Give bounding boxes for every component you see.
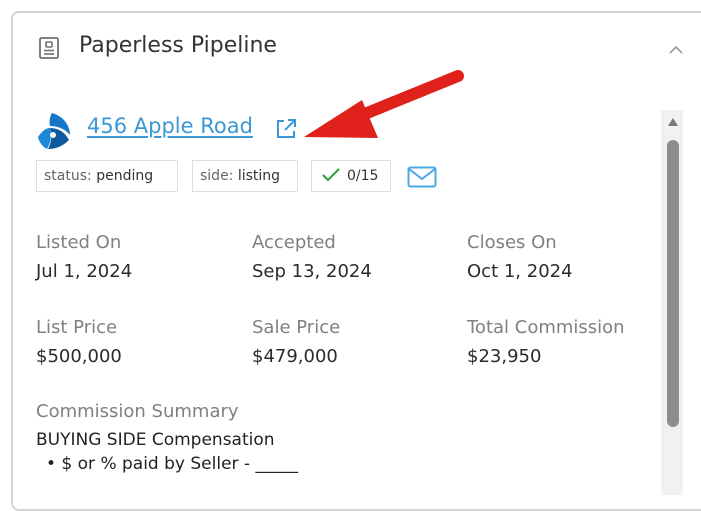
commission-summary-label: Commission Summary bbox=[36, 401, 239, 422]
list-price-label: List Price bbox=[36, 317, 118, 338]
status-key: status: bbox=[44, 168, 92, 184]
side-value: listing bbox=[237, 168, 281, 184]
scrollbar-thumb[interactable] bbox=[667, 140, 679, 427]
total-commission-value: $23,950 bbox=[467, 346, 542, 367]
red-arrow-annotation bbox=[304, 70, 464, 138]
accepted-label: Accepted bbox=[252, 232, 336, 253]
accepted-value: Sep 13, 2024 bbox=[252, 261, 372, 282]
tasks-badge[interactable]: 0/15 bbox=[311, 160, 391, 192]
commission-summary-line: • $ or % paid by Seller - _____ bbox=[46, 454, 298, 474]
listed-on-label: Listed On bbox=[36, 232, 122, 253]
pipeline-logo-icon bbox=[38, 113, 70, 149]
chevron-up-icon[interactable] bbox=[668, 44, 684, 56]
sale-price-label: Sale Price bbox=[252, 317, 341, 338]
tasks-count: 0/15 bbox=[347, 168, 379, 184]
listing-address-link[interactable]: 456 Apple Road bbox=[87, 114, 253, 138]
commission-summary-heading: BUYING SIDE Compensation bbox=[36, 430, 275, 450]
list-price-value: $500,000 bbox=[36, 346, 122, 367]
status-value: pending bbox=[96, 168, 154, 184]
sale-price-value: $479,000 bbox=[252, 346, 338, 367]
check-icon bbox=[322, 167, 340, 181]
side-badge: side: listing bbox=[192, 160, 298, 192]
closes-on-value: Oct 1, 2024 bbox=[467, 261, 573, 282]
card-title: Paperless Pipeline bbox=[79, 33, 277, 58]
external-link-icon[interactable] bbox=[273, 116, 299, 142]
status-badge: status: pending bbox=[36, 160, 178, 192]
total-commission-label: Total Commission bbox=[467, 317, 625, 338]
closes-on-label: Closes On bbox=[467, 232, 557, 253]
listed-on-value: Jul 1, 2024 bbox=[36, 261, 133, 282]
mail-icon[interactable] bbox=[407, 166, 437, 188]
document-icon bbox=[39, 37, 59, 59]
scroll-up-arrow-icon[interactable] bbox=[667, 117, 679, 127]
side-key: side: bbox=[200, 168, 234, 184]
